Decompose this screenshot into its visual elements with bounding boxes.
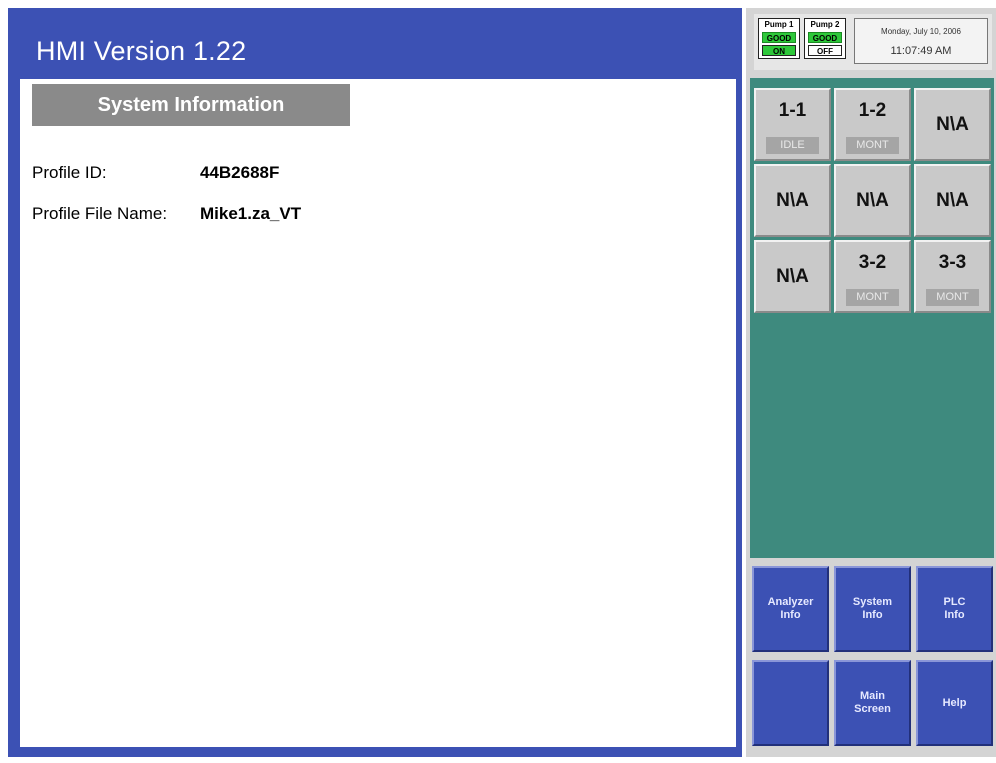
zone-button-unassigned[interactable]: N\A [914,164,991,237]
zone-button-1-2[interactable]: 1-2 MONT [834,88,911,161]
pump-1-state: ON [762,45,796,56]
clock-time: 11:07:49 AM [890,45,952,57]
profile-file-name-value: Mike1.za_VT [200,204,302,223]
pump-2-state: OFF [808,45,842,56]
pump-2-name: Pump 2 [810,20,840,29]
zone-button-3-3[interactable]: 3-3 MONT [914,240,991,313]
zone-label: N\A [936,114,969,135]
plc-info-button[interactable]: PLC Info [916,566,993,652]
blank-button[interactable] [752,660,829,746]
zone-label: N\A [776,190,809,211]
pump-2-health: GOOD [808,32,842,43]
zone-label: 3-2 [858,252,887,273]
zone-label: 1-1 [778,100,807,121]
main-screen-button[interactable]: Main Screen [834,660,911,746]
zone-label: N\A [776,266,809,287]
zone-label: N\A [936,190,969,211]
clock-display: Monday, July 10, 2006 11:07:49 AM [854,18,988,64]
zone-button-3-2[interactable]: 3-2 MONT [834,240,911,313]
zone-button-unassigned[interactable]: N\A [754,164,831,237]
status-bar: Pump 1 GOOD ON Pump 2 GOOD OFF Monday, J… [754,14,992,70]
profile-id-value: 44B2688F [200,163,280,182]
side-panel: Pump 1 GOOD ON Pump 2 GOOD OFF Monday, J… [746,8,996,757]
content-area: System Information Profile ID: 44B2688F … [20,79,736,747]
section-header: System Information [32,84,350,126]
zone-status: IDLE [766,137,819,154]
zone-status: MONT [846,289,899,306]
zone-label: N\A [856,190,889,211]
system-info-button[interactable]: System Info [834,566,911,652]
page-title: HMI Version 1.22 [36,36,247,66]
pump-1-health: GOOD [762,32,796,43]
analyzer-info-button[interactable]: Analyzer Info [752,566,829,652]
profile-file-name-label: Profile File Name: [32,204,168,223]
zone-button-unassigned[interactable]: N\A [754,240,831,313]
zone-status: MONT [926,289,979,306]
zone-button-unassigned[interactable]: N\A [914,88,991,161]
zone-status: MONT [846,137,899,154]
zone-label: 3-3 [938,252,967,273]
zone-label: 1-2 [858,100,887,121]
pump-1-status: Pump 1 GOOD ON [758,18,800,59]
clock-date: Monday, July 10, 2006 [881,27,961,36]
zone-grid: 1-1 IDLE 1-2 MONT N\A N\A N\A N\A N\A 3-… [750,78,994,558]
profile-id-label: Profile ID: [32,163,107,182]
pump-1-name: Pump 1 [764,20,794,29]
zone-button-1-1[interactable]: 1-1 IDLE [754,88,831,161]
help-button[interactable]: Help [916,660,993,746]
main-panel: HMI Version 1.22 System Information Prof… [8,8,742,757]
zone-button-unassigned[interactable]: N\A [834,164,911,237]
pump-2-status: Pump 2 GOOD OFF [804,18,846,59]
